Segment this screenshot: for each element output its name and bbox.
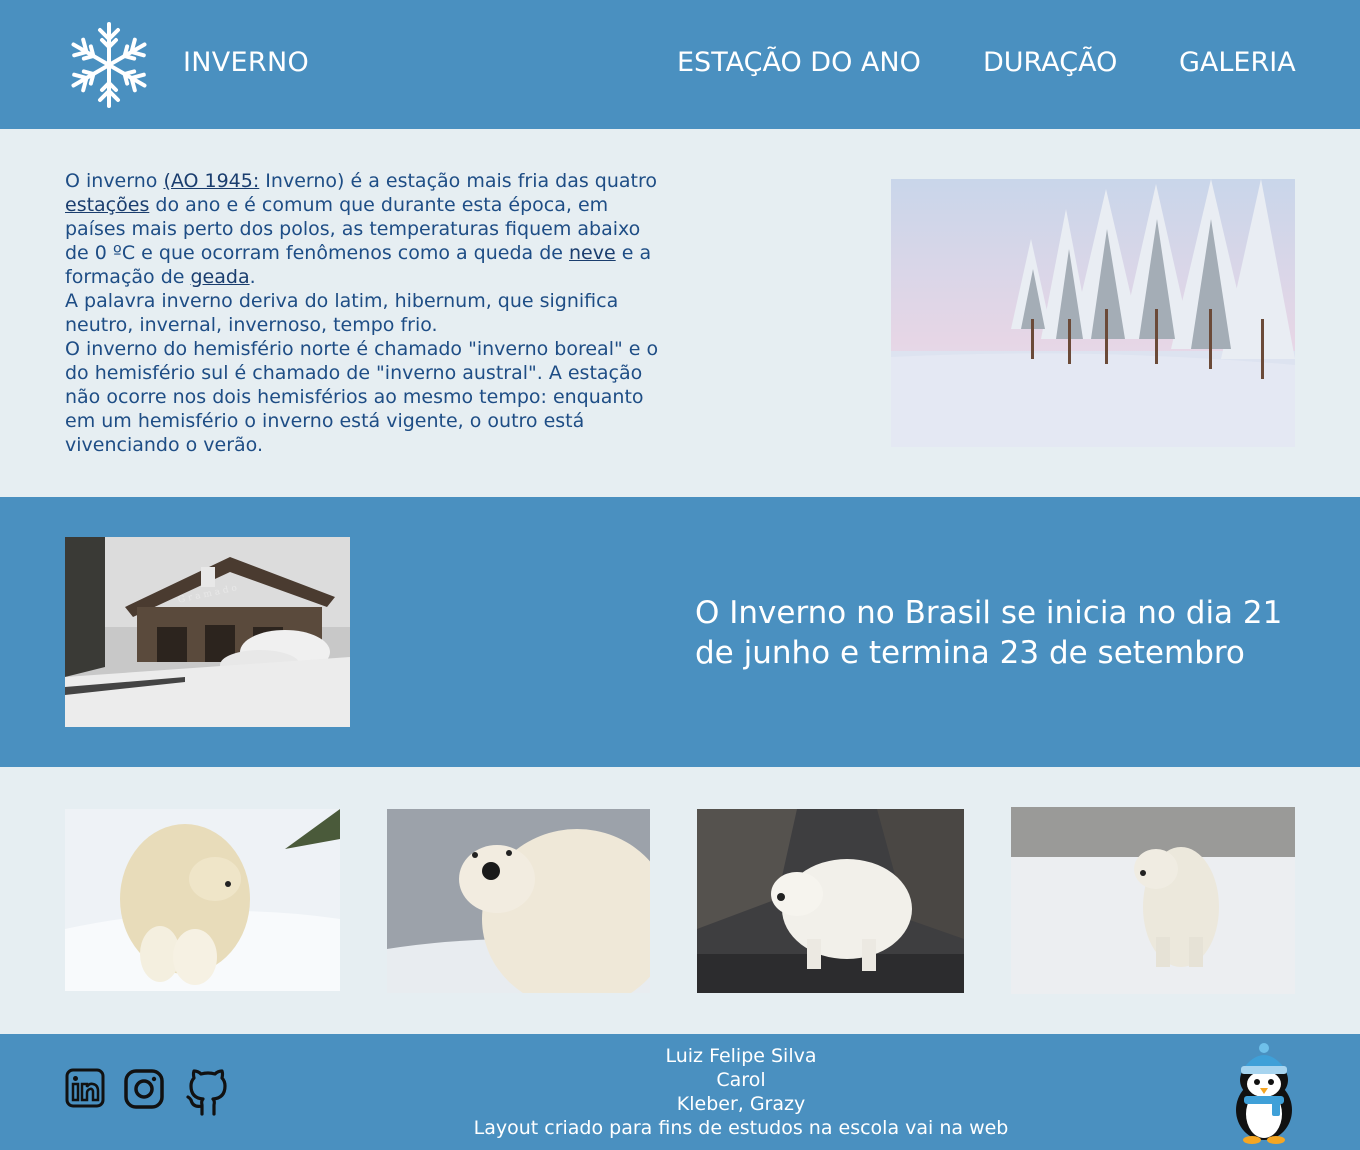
credit-line-3: Kleber, Grazy [676, 1093, 806, 1115]
snowy-forest-photo [891, 179, 1295, 447]
intro-paragraph-1: O inverno (AO 1945: Inverno) é a estação… [65, 170, 658, 288]
site-header: INVERNO ESTAÇÃO DO ANO DURAÇÃO GALERIA [0, 0, 1360, 129]
ao-1945-link[interactable]: (AO 1945: [163, 170, 259, 192]
gramado-portal-photo: Gramado [65, 537, 350, 727]
gallery-photo-bear-on-rocks[interactable] [697, 809, 964, 993]
footer-credits: Luiz Felipe Silva Carol Kleber, Grazy La… [441, 1044, 1041, 1140]
neve-link[interactable]: neve [569, 242, 616, 264]
nav-galeria[interactable]: GALERIA [1179, 47, 1296, 78]
intro-text: O inverno (AO 1945: Inverno) é a estação… [65, 169, 665, 457]
instagram-icon[interactable] [123, 1068, 165, 1110]
gallery-photo-bear-walking[interactable] [1011, 807, 1295, 994]
intro-paragraph-3: O inverno do hemisfério norte é chamado … [65, 338, 659, 456]
nav-duracao[interactable]: DURAÇÃO [983, 47, 1117, 78]
credit-line-1: Luiz Felipe Silva [665, 1045, 817, 1067]
geada-link[interactable]: geada [191, 266, 250, 288]
gallery-photo-bear-with-cubs[interactable] [65, 809, 340, 991]
nav-estacao-do-ano[interactable]: ESTAÇÃO DO ANO [677, 47, 921, 78]
intro-section: O inverno (AO 1945: Inverno) é a estação… [0, 129, 1360, 497]
credit-line-4: Layout criado para fins de estudos na es… [473, 1117, 1009, 1139]
linkedin-icon[interactable] [65, 1068, 105, 1108]
site-title: INVERNO [183, 47, 309, 78]
brazil-winter-section: Gramado O Inverno no Brasil se inicia no… [0, 497, 1360, 767]
site-footer: Luiz Felipe Silva Carol Kleber, Grazy La… [0, 1034, 1360, 1150]
intro-paragraph-2: A palavra inverno deriva do latim, hiber… [65, 290, 619, 336]
estacoes-link[interactable]: estações [65, 194, 149, 216]
snowflake-icon[interactable] [64, 20, 154, 110]
brazil-winter-headline: O Inverno no Brasil se inicia no dia 21 … [695, 595, 1283, 671]
polar-bear-gallery [0, 767, 1360, 1034]
github-icon[interactable] [185, 1068, 231, 1118]
penguin-icon [1236, 1043, 1292, 1144]
credit-line-2: Carol [716, 1069, 766, 1091]
gallery-photo-bear-closeup[interactable] [387, 809, 650, 993]
